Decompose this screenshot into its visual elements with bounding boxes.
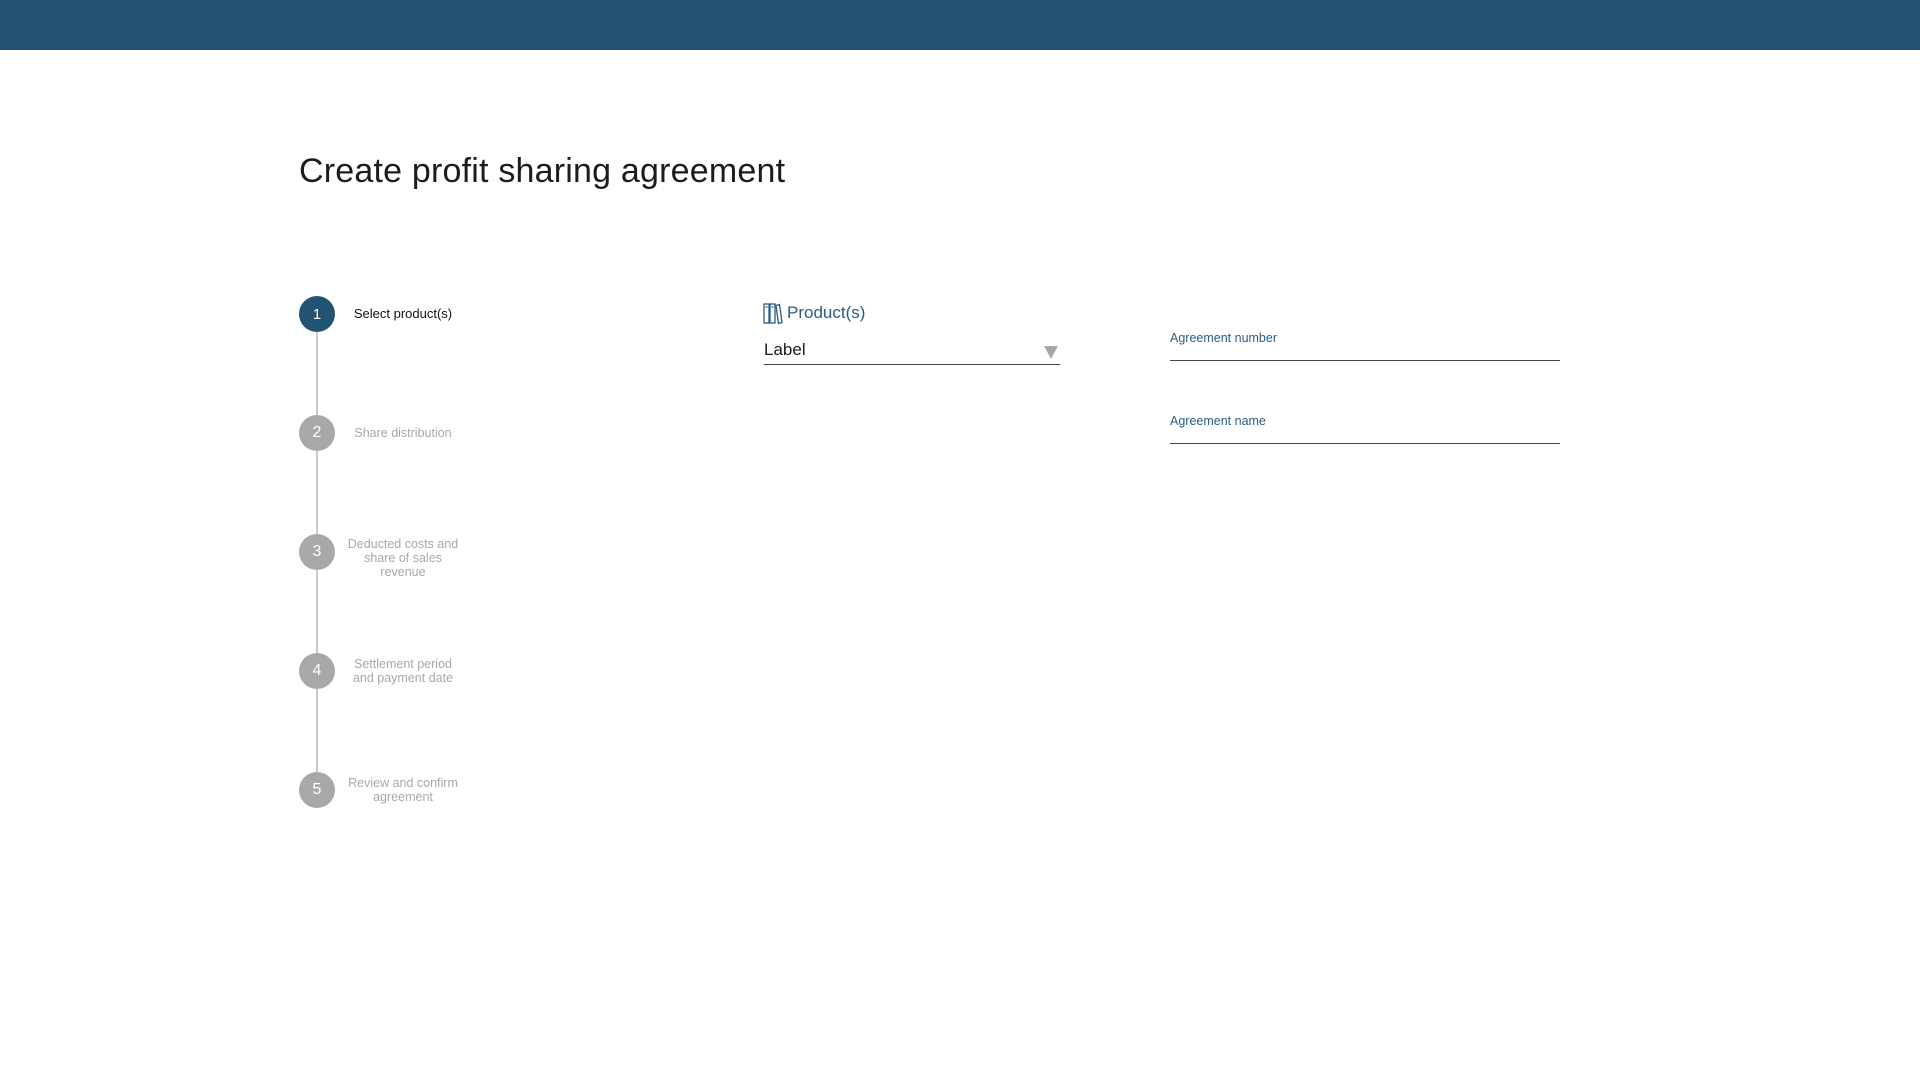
agreement-name-input[interactable] [1170, 427, 1560, 441]
step-label: Deducted costs and share of sales revenu… [347, 537, 459, 579]
step-share-distribution[interactable]: 2 Share distribution [299, 415, 479, 451]
agreement-number-input[interactable] [1170, 344, 1560, 358]
agreement-name-field[interactable]: Agreement name [1170, 414, 1560, 444]
step-number: 4 [299, 653, 335, 689]
product-select[interactable]: Label [764, 340, 1060, 365]
products-header-label: Product(s) [787, 303, 866, 322]
step-number: 2 [299, 415, 335, 451]
step-label: Settlement period and payment date [352, 657, 454, 685]
step-label: Share distribution [354, 426, 452, 440]
stepper-connector [316, 332, 318, 415]
caret-down-icon[interactable] [1044, 346, 1058, 359]
stepper: 1 Select product(s) 2 Share distribution… [299, 296, 479, 816]
step-label: Review and confirm agreement [348, 776, 458, 804]
agreement-number-label: Agreement number [1170, 331, 1278, 345]
step-label: Select product(s) [353, 306, 453, 321]
step-review-confirm[interactable]: 5 Review and confirm agreement [299, 772, 479, 808]
agreement-name-label: Agreement name [1170, 414, 1266, 428]
page-title: Create profit sharing agreement [299, 152, 786, 190]
step-number: 3 [299, 534, 335, 570]
step-number: 5 [299, 772, 335, 808]
books-icon [763, 301, 783, 325]
product-select-value: Label [764, 340, 806, 359]
step-settlement-period[interactable]: 4 Settlement period and payment date [299, 653, 479, 689]
step-select-products[interactable]: 1 Select product(s) [299, 296, 479, 332]
stepper-connector [316, 689, 318, 772]
stepper-connector [316, 451, 318, 534]
stepper-connector [316, 570, 318, 653]
products-header: Product(s) [763, 300, 865, 326]
step-number: 1 [299, 296, 335, 332]
top-bar [0, 0, 1920, 50]
step-deducted-costs[interactable]: 3 Deducted costs and share of sales reve… [299, 534, 479, 579]
agreement-number-field[interactable]: Agreement number [1170, 331, 1560, 361]
